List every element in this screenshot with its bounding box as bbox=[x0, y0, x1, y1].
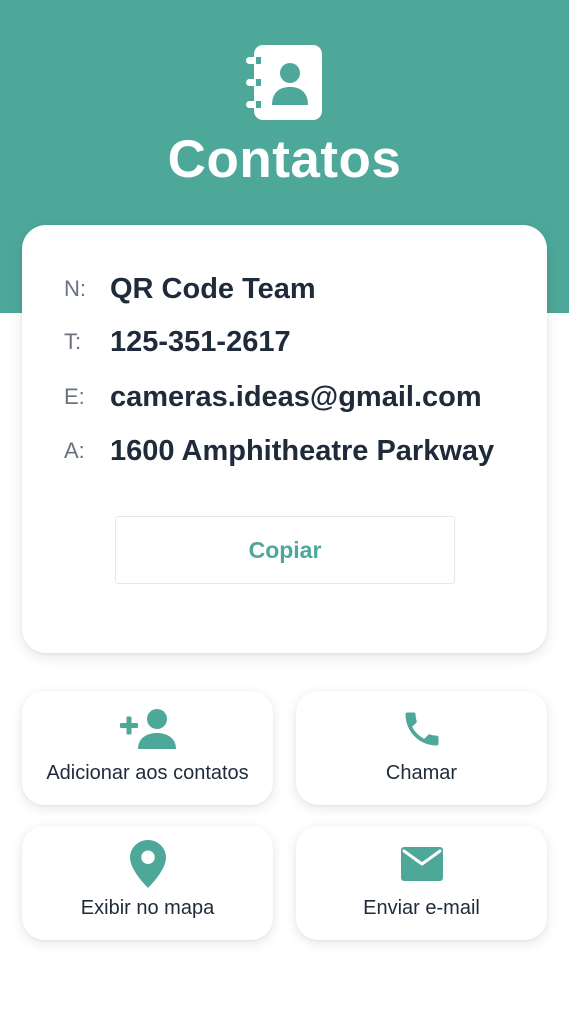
field-label-address: A: bbox=[64, 438, 85, 463]
contact-book-icon bbox=[246, 45, 322, 120]
send-email-label: Enviar e-mail bbox=[363, 897, 480, 919]
map-pin-icon-wrap bbox=[22, 840, 273, 888]
contact-phone: 125-351-2617 bbox=[110, 325, 291, 358]
contact-card: N: QR Code Team T: 125-351-2617 E: camer… bbox=[22, 225, 547, 653]
field-row-name: N: QR Code Team bbox=[64, 269, 316, 309]
call-label: Chamar bbox=[385, 762, 458, 784]
add-person-icon bbox=[119, 709, 176, 749]
phone-icon-wrap bbox=[296, 705, 547, 753]
add-person-icon-wrap bbox=[22, 705, 273, 753]
mail-icon-wrap bbox=[296, 840, 547, 888]
show-on-map-button[interactable]: Exibir no mapa bbox=[22, 826, 273, 940]
add-to-contacts-label: Adicionar aos contatos bbox=[46, 762, 249, 784]
contact-name: QR Code Team bbox=[110, 272, 316, 305]
copy-button[interactable]: Copiar bbox=[115, 516, 455, 584]
field-row-email: E: cameras.ideas@gmail.com bbox=[64, 377, 482, 417]
contact-email: cameras.ideas@gmail.com bbox=[110, 380, 482, 413]
field-row-address: A: 1600 Amphitheatre Parkway bbox=[64, 431, 494, 471]
send-email-button[interactable]: Enviar e-mail bbox=[296, 826, 547, 940]
phone-icon bbox=[405, 712, 438, 746]
page-title: Contatos bbox=[167, 130, 402, 189]
call-button[interactable]: Chamar bbox=[296, 691, 547, 805]
field-label-name: N: bbox=[64, 276, 86, 301]
show-on-map-label: Exibir no mapa bbox=[80, 897, 215, 919]
field-row-phone: T: 125-351-2617 bbox=[64, 322, 291, 362]
field-label-phone: T: bbox=[64, 329, 82, 354]
contact-address: 1600 Amphitheatre Parkway bbox=[110, 434, 495, 467]
contact-result-screen: Contatos N: QR Code Team T: 125-351-2617… bbox=[0, 0, 569, 1024]
add-to-contacts-button[interactable]: Adicionar aos contatos bbox=[22, 691, 273, 805]
field-label-email: E: bbox=[64, 384, 85, 409]
mail-icon bbox=[400, 847, 443, 881]
map-pin-icon bbox=[129, 840, 166, 888]
